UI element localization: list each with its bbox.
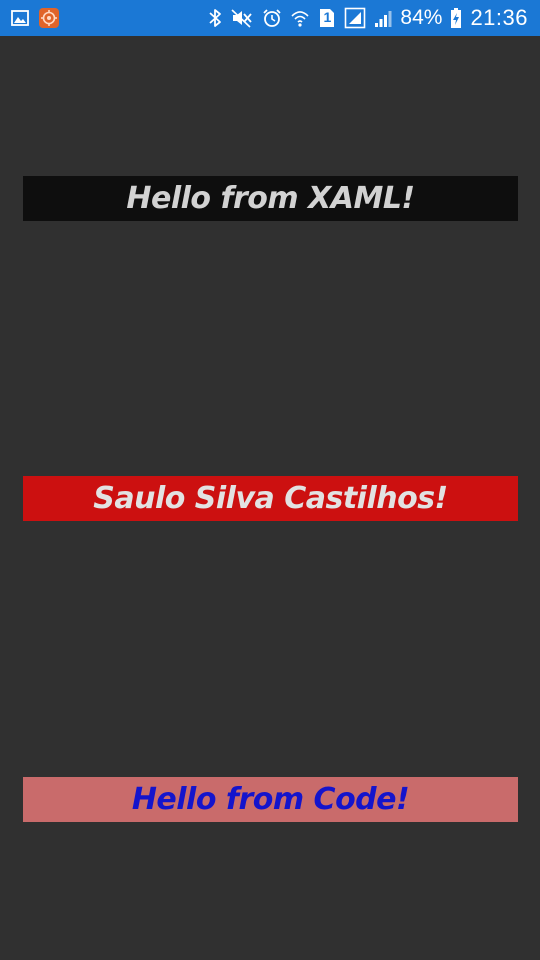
app-screen: 1 84% 21:36 Hello from XAML! Saulo Silva…: [0, 0, 540, 960]
hello-from-xaml-label: Hello from XAML!: [23, 176, 518, 221]
alarm-icon: [262, 8, 282, 28]
app-notification-icon: [38, 7, 60, 29]
image-notification-icon: [10, 8, 30, 28]
wifi-icon: [290, 8, 310, 28]
mute-icon: [230, 8, 254, 28]
sim1-badge: 1: [323, 9, 332, 25]
hello-from-code-label: Hello from Code!: [23, 777, 518, 822]
name-label: Saulo Silva Castilhos!: [23, 476, 518, 521]
signal-icon: [374, 8, 392, 28]
notification-icons: [10, 6, 60, 30]
battery-charging-icon: [450, 7, 462, 29]
status-bar: 1 84% 21:36: [0, 0, 540, 36]
sim-signal-icon: [344, 7, 366, 29]
system-icons: 1 84% 21:36: [208, 0, 528, 36]
bluetooth-icon: [208, 8, 222, 28]
sim1-icon: 1: [318, 7, 336, 29]
battery-percent: 84%: [400, 6, 443, 29]
clock: 21:36: [470, 5, 528, 30]
